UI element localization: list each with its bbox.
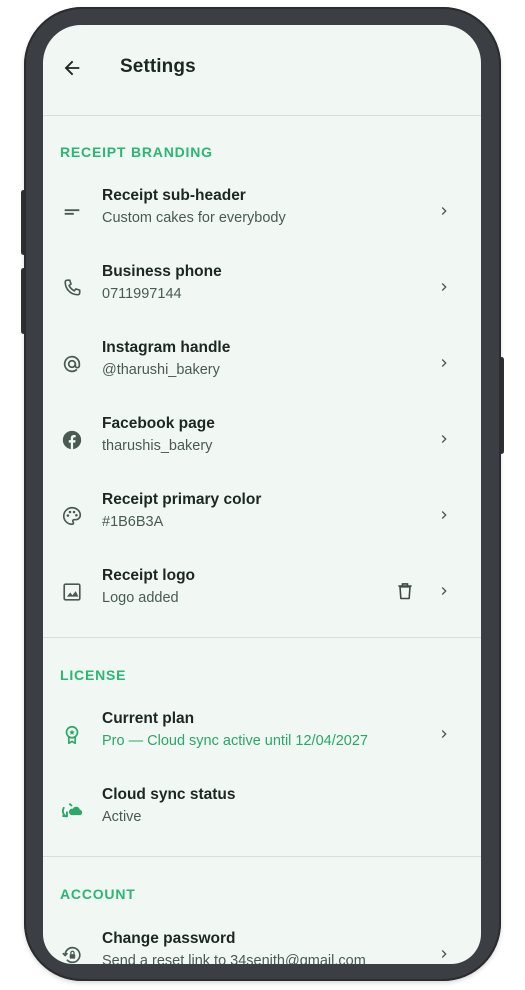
- at-sign-icon: [60, 352, 84, 376]
- chevron-right-icon: [436, 942, 452, 964]
- setting-value: Active: [102, 809, 142, 825]
- setting-cloud-sync-status: Cloud sync status Active: [43, 779, 481, 849]
- chevron-right-icon: [436, 427, 452, 451]
- setting-change-password[interactable]: Change password Send a reset link to 34s…: [43, 923, 481, 964]
- setting-label: Business phone: [102, 263, 222, 280]
- palette-icon: [60, 504, 84, 528]
- setting-label: Receipt logo: [102, 567, 196, 584]
- delete-logo-icon[interactable]: [394, 579, 416, 603]
- setting-label: Instagram handle: [102, 339, 231, 356]
- divider: [43, 856, 481, 857]
- setting-label: Current plan: [102, 710, 195, 727]
- page-title: Settings: [120, 56, 196, 77]
- setting-business-phone[interactable]: Business phone 0711997144: [43, 256, 481, 326]
- back-arrow-icon[interactable]: [57, 53, 87, 83]
- setting-value: 0711997144: [102, 286, 182, 302]
- setting-value: Pro — Cloud sync active until 12/04/2027: [102, 733, 368, 749]
- setting-label: Facebook page: [102, 415, 215, 432]
- setting-label: Receipt sub-header: [102, 187, 246, 204]
- setting-receipt-logo[interactable]: Receipt logo Logo added: [43, 560, 481, 630]
- chevron-right-icon: [436, 579, 452, 603]
- divider: [43, 637, 481, 638]
- app-bar: Settings: [43, 25, 481, 115]
- facebook-icon: [60, 428, 84, 452]
- chevron-right-icon: [436, 275, 452, 299]
- image-icon: [60, 580, 84, 604]
- section-title-account: ACCOUNT: [60, 886, 136, 902]
- setting-value: tharushis_bakery: [102, 438, 213, 454]
- setting-value: #1B6B3A: [102, 514, 164, 530]
- setting-instagram-handle[interactable]: Instagram handle @tharushi_bakery: [43, 332, 481, 402]
- short-text-icon: [60, 200, 84, 224]
- section-title-license: LICENSE: [60, 667, 127, 683]
- setting-facebook-page[interactable]: Facebook page tharushis_bakery: [43, 408, 481, 478]
- settings-screen: Settings RECEIPT BRANDING Receipt sub-he…: [43, 25, 481, 964]
- setting-value: Logo added: [102, 590, 179, 606]
- chevron-right-icon: [436, 351, 452, 375]
- cloud-sync-icon: [60, 799, 84, 823]
- award-icon: [60, 723, 84, 747]
- setting-value: @tharushi_bakery: [102, 362, 220, 378]
- setting-label: Change password: [102, 930, 236, 947]
- section-title-receipt-branding: RECEIPT BRANDING: [60, 144, 213, 160]
- chevron-right-icon: [436, 503, 452, 527]
- lock-reset-icon: [60, 943, 84, 964]
- divider: [43, 115, 481, 116]
- setting-label: Cloud sync status: [102, 786, 236, 803]
- phone-icon: [60, 276, 84, 300]
- chevron-right-icon: [436, 722, 452, 746]
- setting-value: Send a reset link to 34senith@gmail.com: [102, 953, 366, 964]
- setting-receipt-subheader[interactable]: Receipt sub-header Custom cakes for ever…: [43, 180, 481, 250]
- setting-receipt-primary-color[interactable]: Receipt primary color #1B6B3A: [43, 484, 481, 554]
- setting-current-plan[interactable]: Current plan Pro — Cloud sync active unt…: [43, 703, 481, 773]
- chevron-right-icon: [436, 199, 452, 223]
- setting-value: Custom cakes for everybody: [102, 210, 286, 226]
- setting-label: Receipt primary color: [102, 491, 262, 508]
